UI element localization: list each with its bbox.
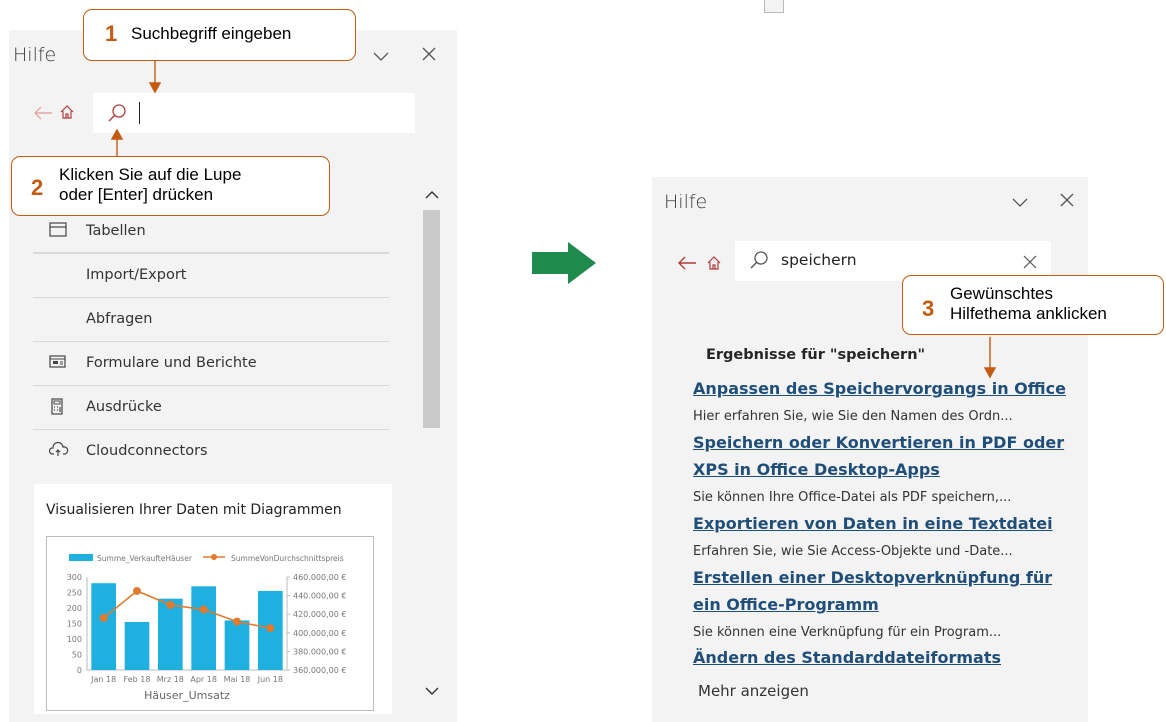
callout-step-2: 2 Klicken Sie auf die Lupe oder [Enter] … [11, 156, 330, 216]
callout-text: Hilfethema anklicken [950, 304, 1107, 323]
callout-text: Klicken Sie auf die Lupe [59, 165, 242, 184]
callout-step-1: 1 Suchbegriff eingeben [83, 9, 356, 61]
callout-number: 1 [105, 21, 118, 46]
callout-number: 2 [31, 175, 44, 200]
callout-number: 3 [922, 296, 935, 321]
callout-connectors [110, 61, 997, 379]
callout-text: oder [Enter] drücken [59, 185, 214, 204]
callout-text: Gewünschtes [950, 284, 1053, 303]
callout-step-3: 3 Gewünschtes Hilfethema anklicken [902, 275, 1164, 335]
callout-text: Suchbegriff eingeben [131, 24, 292, 43]
